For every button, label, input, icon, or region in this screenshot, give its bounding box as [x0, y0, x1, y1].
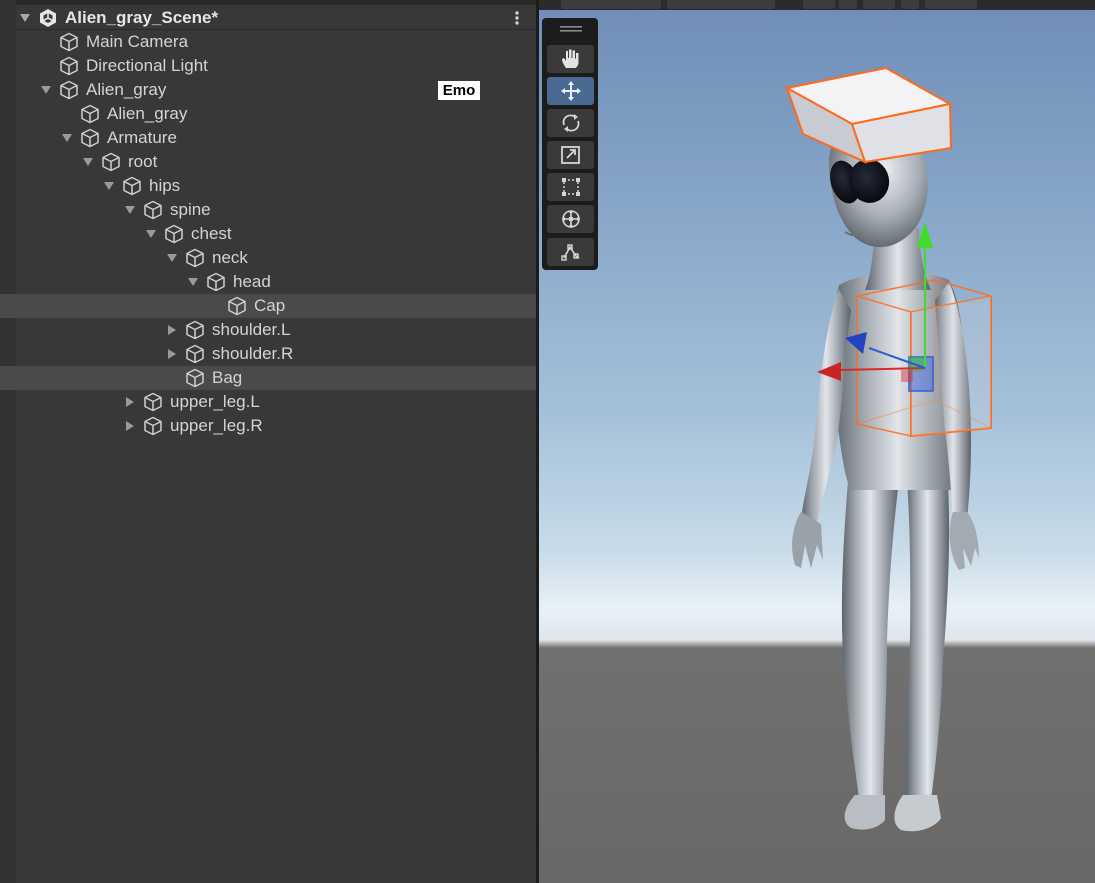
unity-editor: Alien_gray_Scene* Main Camera Directional… [0, 0, 1095, 883]
gameobject-cube-icon [165, 224, 183, 244]
scene-viewport[interactable] [539, 0, 1095, 883]
cap-selection-box[interactable] [784, 66, 953, 164]
rect-tool-button[interactable] [547, 173, 594, 201]
scale-tool-button[interactable] [547, 141, 594, 169]
hierarchy-item[interactable]: Bag [0, 366, 536, 390]
fold-arrow-expanded-icon[interactable] [40, 84, 52, 96]
scene-row[interactable]: Alien_gray_Scene* [0, 6, 536, 30]
scene-view[interactable] [539, 0, 1095, 883]
rotate-tool-button[interactable] [547, 109, 594, 137]
move-arrows-icon [561, 81, 581, 101]
hierarchy-item[interactable]: chest [0, 222, 536, 246]
hierarchy-item[interactable]: shoulder.R [0, 342, 536, 366]
hierarchy-item-label: neck [212, 248, 248, 267]
unity-scene-icon [40, 9, 56, 27]
gameobject-cube-icon [186, 368, 204, 388]
alien-character[interactable] [792, 117, 979, 832]
hierarchy-item-label: Armature [107, 128, 177, 147]
custom-tool-button[interactable] [547, 238, 594, 266]
gameobject-cube-icon [60, 56, 78, 76]
hierarchy-item[interactable]: hips [0, 174, 536, 198]
hierarchy-item-label: Main Camera [86, 32, 189, 51]
transform-tool-button[interactable] [547, 205, 594, 233]
fold-arrow-expanded-icon[interactable] [166, 252, 178, 264]
hierarchy-item[interactable]: upper_leg.R [0, 414, 536, 438]
hierarchy-item[interactable]: head [0, 270, 536, 294]
rect-icon [562, 178, 580, 196]
fold-arrow-expanded-icon[interactable] [187, 276, 199, 288]
fold-arrow-expanded-icon[interactable] [103, 180, 115, 192]
gameobject-cube-icon [144, 392, 162, 412]
scene-tools-overlay [542, 18, 598, 270]
drag-handle-icon[interactable] [560, 26, 582, 32]
rotate-icon [562, 114, 580, 132]
fold-arrow-expanded-icon[interactable] [124, 204, 136, 216]
hierarchy-panel: Alien_gray_Scene* Main Camera Directional… [0, 0, 536, 883]
scene-name: Alien_gray_Scene* [65, 8, 219, 27]
hierarchy-item-label: shoulder.R [212, 344, 294, 363]
hierarchy-item[interactable]: Armature [0, 126, 536, 150]
gameobject-cube-icon [207, 272, 225, 292]
hand-icon [562, 49, 579, 68]
hierarchy-item[interactable]: root [0, 150, 536, 174]
fold-arrow-collapsed-icon[interactable] [166, 348, 178, 360]
hierarchy-item-label: Alien_gray [86, 80, 167, 99]
hierarchy-item-label: root [128, 152, 158, 171]
hierarchy-item-label: spine [170, 200, 211, 219]
fold-arrow-collapsed-icon[interactable] [166, 324, 178, 336]
fold-arrow-expanded-icon[interactable] [145, 228, 157, 240]
hierarchy-item[interactable]: spine [0, 198, 536, 222]
hierarchy-item-label: upper_leg.L [170, 392, 260, 411]
hierarchy-item-label: upper_leg.R [170, 416, 263, 435]
hierarchy-item[interactable]: Directional Light [0, 54, 536, 78]
gameobject-cube-icon [60, 80, 78, 100]
gameobject-cube-icon [81, 128, 99, 148]
hierarchy-item[interactable]: Cap [0, 294, 536, 318]
hierarchy-item-label: Alien_gray [107, 104, 188, 123]
transform-icon [562, 210, 580, 228]
hierarchy-item-label: Cap [254, 296, 286, 315]
y-axis-handle[interactable] [917, 222, 933, 248]
hierarchy-item-label: hips [149, 176, 181, 195]
move-tool-button[interactable] [547, 77, 594, 105]
hierarchy-item[interactable]: neck [0, 246, 536, 270]
custom-tool-icon [561, 244, 580, 261]
hierarchy-item[interactable]: shoulder.L [0, 318, 536, 342]
fold-arrow-expanded-icon[interactable] [61, 132, 73, 144]
scale-icon [561, 146, 580, 164]
hierarchy-item-label: Bag [212, 368, 243, 387]
hierarchy-item-label: Directional Light [86, 56, 208, 75]
gameobject-cube-icon [102, 152, 120, 172]
gameobject-cube-icon [144, 200, 162, 220]
kebab-menu-icon[interactable] [512, 8, 522, 28]
fold-arrow-expanded-icon[interactable] [82, 156, 94, 168]
gameobject-cube-icon [60, 32, 78, 52]
gameobject-cube-icon [186, 320, 204, 340]
hierarchy-item[interactable]: Alien_gray [0, 102, 536, 126]
emo-badge: Emo [438, 81, 480, 100]
fold-arrow-expanded-icon[interactable] [19, 12, 31, 24]
gameobject-cube-icon [144, 416, 162, 436]
fold-arrow-collapsed-icon[interactable] [124, 420, 136, 432]
hierarchy-top-strip [0, 0, 536, 5]
gameobject-cube-icon [123, 176, 141, 196]
fold-arrow-collapsed-icon[interactable] [124, 396, 136, 408]
hierarchy-item-label: chest [191, 224, 232, 243]
hierarchy-item[interactable]: upper_leg.L [0, 390, 536, 414]
hierarchy-item[interactable]: Main Camera [0, 30, 536, 54]
gameobject-cube-icon [186, 344, 204, 364]
hierarchy-item-label: head [233, 272, 271, 291]
gameobject-cube-icon [81, 104, 99, 124]
gameobject-cube-icon [228, 296, 246, 316]
hierarchy-item-label: shoulder.L [212, 320, 291, 339]
hand-tool-button[interactable] [547, 45, 594, 73]
gameobject-cube-icon [186, 248, 204, 268]
